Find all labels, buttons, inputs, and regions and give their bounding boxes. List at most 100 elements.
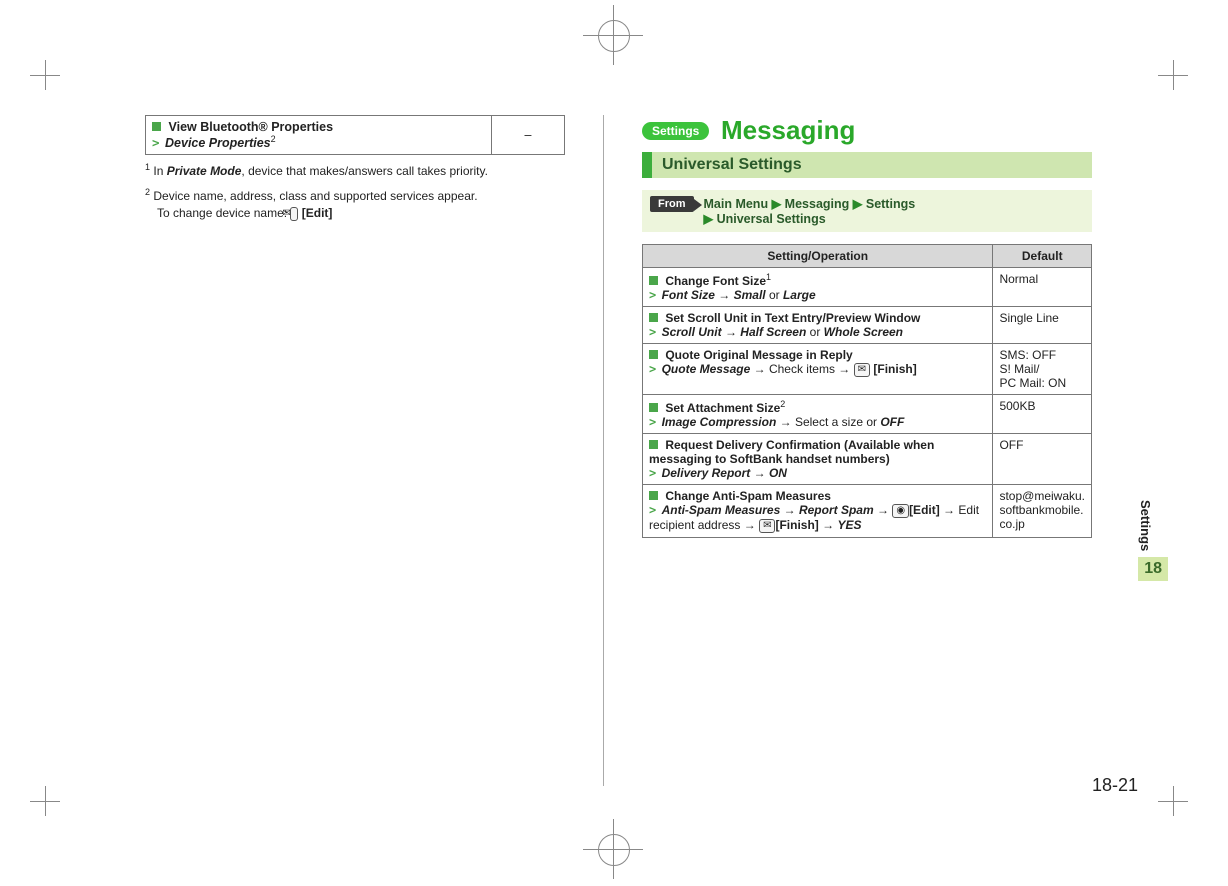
cropmark-icon [1158,786,1198,826]
arrow-icon: → [754,362,766,376]
footnote-text: , device that makes/answers call takes p… [241,164,488,178]
row-op: Image Compression [662,415,777,429]
row-op: Delivery Report [662,466,751,480]
left-column: View Bluetooth® Properties > Device Prop… [145,115,565,786]
key-label: [Finish] [873,362,916,376]
row-text: Check items → [766,362,854,376]
row-opt: Report Spam [799,503,874,517]
cropmark-icon [1158,60,1198,100]
row-opt: ON [769,466,787,480]
row-bold: OFF [880,415,904,429]
row-sup: 1 [766,272,771,282]
row-text: → [819,518,838,532]
row-opt: Whole Screen [824,325,903,339]
row-op: Anti-Spam Measures [662,503,781,517]
from-path: Main Menu ▶ Messaging ▶ Settings ▶ Unive… [704,196,916,226]
row-op: Quote Message [662,362,751,376]
bullet-square-icon [152,122,161,131]
bt-op: Device Properties [165,136,271,150]
row-text: or [806,325,823,339]
chevron-icon: > [649,466,656,480]
bullet-square-icon [649,403,658,412]
row-title: Change Anti-Spam Measures [665,489,831,503]
footnote-mode: Private Mode [167,164,242,178]
arrow-icon: → [784,503,796,517]
row-title: Set Attachment Size [665,401,780,415]
chevron-icon: > [649,288,656,302]
row-text: or [766,288,783,302]
thumb-chapter: 18 [1138,557,1168,581]
key-label: [Finish] [775,518,818,532]
header-setting: Setting/Operation [643,245,993,268]
arrow-icon: → [725,325,737,339]
table-row: View Bluetooth® Properties > Device Prop… [146,116,565,155]
arrow-icon: → [718,288,730,302]
row-title: Set Scroll Unit in Text Entry/Preview Wi… [665,311,920,325]
path-part: Messaging [785,197,850,211]
path-part: Settings [866,197,915,211]
header-default: Default [993,245,1092,268]
row-opt: Large [783,288,816,302]
table-row: Quote Original Message in Reply > Quote … [643,344,1092,395]
bullet-square-icon [649,440,658,449]
row-sup: 2 [780,399,785,409]
footnote-num: 2 [145,187,150,197]
chevron-icon: > [649,503,656,517]
column-divider [603,115,604,786]
row-title: Quote Original Message in Reply [665,348,852,362]
footnote-num: 1 [145,162,150,172]
chevron-icon: > [152,135,160,150]
thumb-tab: Settings 18 [1138,500,1168,581]
table-row: Set Scroll Unit in Text Entry/Preview Wi… [643,307,1092,344]
triangle-icon: ▶ [772,197,785,211]
row-default: 500KB [993,395,1092,434]
key-label: [Edit] [909,503,940,517]
footnote-1: 1 In Private Mode, device that makes/ans… [145,161,565,180]
from-badge: From [650,196,694,212]
row-text: → [874,503,893,517]
triangle-icon: ▶ [853,197,866,211]
mail-key-icon: ✉ [854,363,870,377]
mail-key-icon: ✉ [290,207,298,221]
row-default: Single Line [993,307,1092,344]
footnote-text: To change device name: [157,206,290,220]
cropmark-icon [30,60,70,100]
row-default: Normal [993,268,1092,307]
messaging-title: Messaging [721,115,855,146]
bullet-square-icon [649,350,658,359]
row-opt: Small [734,288,766,302]
mail-key-icon: ✉ [759,519,775,533]
bullet-square-icon [649,491,658,500]
triangle-icon: ▶ [704,212,717,226]
chevron-icon: > [649,362,656,376]
arrow-icon: → [780,415,792,429]
key-label: [Edit] [302,206,333,220]
settings-table: Setting/Operation Default Change Font Si… [642,244,1092,538]
bluetooth-properties-table: View Bluetooth® Properties > Device Prop… [145,115,565,155]
path-part: Main Menu [704,197,769,211]
right-column: Settings Messaging Universal Settings Fr… [642,115,1092,786]
row-title: Change Font Size [665,274,766,288]
center-key-icon: ◉ [892,504,909,518]
row-default: SMS: OFF S! Mail/ PC Mail: ON [993,344,1092,395]
bullet-square-icon [649,276,658,285]
bt-title: View Bluetooth® Properties [168,120,333,134]
section-heading: Settings Messaging [642,115,1092,146]
row-default: OFF [993,434,1092,485]
registration-mark-icon [598,834,630,866]
bt-default: – [492,116,565,155]
page-number: 18-21 [1092,775,1138,796]
footnote-2: 2 Device name, address, class and suppor… [145,186,565,222]
table-row: Change Anti-Spam Measures > Anti-Spam Me… [643,485,1092,538]
table-row: Request Delivery Confirmation (Available… [643,434,1092,485]
footnote-text: In [153,164,166,178]
row-opt: Half Screen [740,325,806,339]
table-row: Set Attachment Size2 > Image Compression… [643,395,1092,434]
row-yes: YES [837,518,861,532]
path-part: Universal Settings [717,212,826,226]
navigation-path: From Main Menu ▶ Messaging ▶ Settings ▶ … [642,190,1092,232]
footnote-text: Device name, address, class and supporte… [153,189,477,203]
row-title: Request Delivery Confirmation (Available… [649,438,934,466]
bt-op-sup: 2 [271,134,276,144]
table-row: Change Font Size1 > Font Size → Small or… [643,268,1092,307]
